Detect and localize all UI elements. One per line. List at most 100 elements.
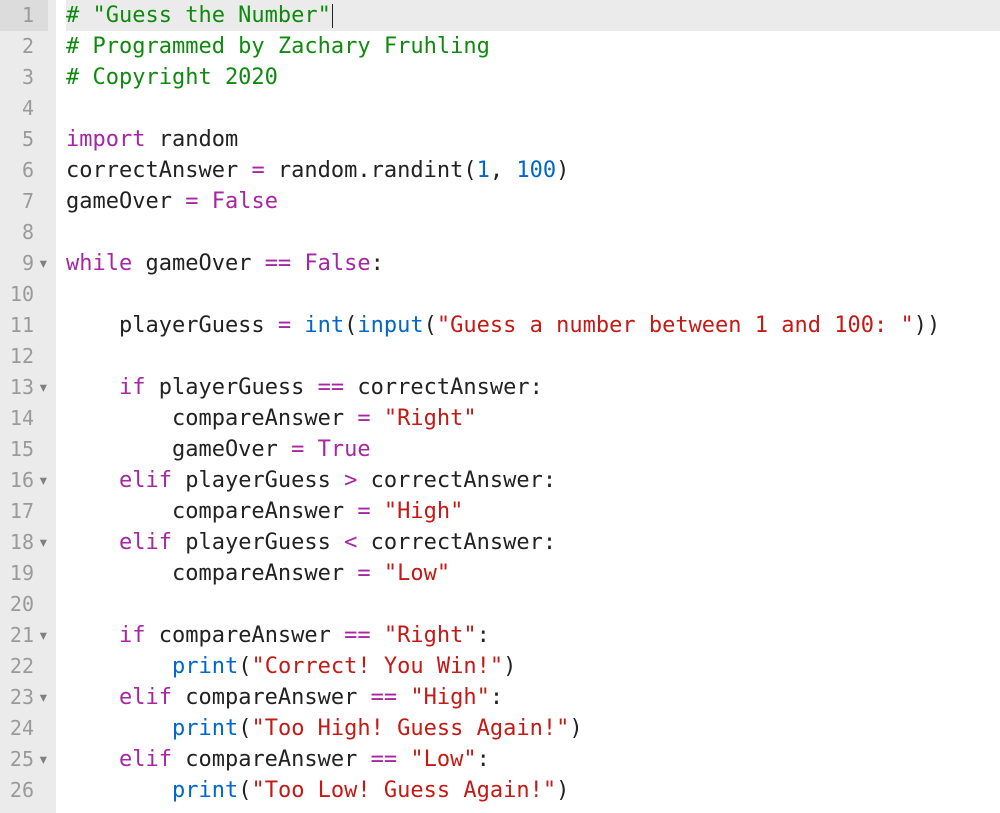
code-token: ( [238,651,251,682]
code-token: elif [119,465,172,496]
code-line[interactable]: correctAnswer = random.randint(1, 100) [66,155,1000,186]
code-token: compareAnswer [66,558,357,589]
fold-arrow-icon[interactable]: ▼ [40,527,47,558]
gutter-line[interactable]: 3 [0,62,48,93]
code-token: "Right" [384,620,477,651]
code-line[interactable]: print("Correct! You Win!") [66,651,1000,682]
gutter-line[interactable]: 18▼ [0,527,48,558]
gutter-line[interactable]: 21▼ [0,620,48,651]
line-number: 10 [10,279,48,310]
gutter-line[interactable]: 17 [0,496,48,527]
code-line[interactable]: while gameOver == False: [66,248,1000,279]
code-line[interactable]: print("Too High! Guess Again!") [66,713,1000,744]
code-token: == [371,682,398,713]
code-line[interactable]: # Copyright 2020 [66,62,1000,93]
fold-arrow-icon[interactable]: ▼ [40,682,47,713]
code-token: )) [914,310,941,341]
gutter-line[interactable]: 8 [0,217,48,248]
code-editor-area[interactable]: # "Guess the Number"# Programmed by Zach… [56,0,1000,813]
code-line[interactable]: gameOver = False [66,186,1000,217]
code-line[interactable]: if compareAnswer == "Right": [66,620,1000,651]
gutter-line[interactable]: 5 [0,124,48,155]
gutter-line[interactable]: 9▼ [0,248,48,279]
code-token: , [490,155,517,186]
code-line[interactable] [66,93,1000,124]
fold-arrow-icon[interactable]: ▼ [40,248,47,279]
gutter-line[interactable]: 10 [0,279,48,310]
code-token [198,186,211,217]
gutter-line[interactable]: 26 [0,775,48,806]
code-token: if [119,372,146,403]
gutter-line[interactable]: 24 [0,713,48,744]
code-token [397,682,410,713]
gutter-line[interactable]: 16▼ [0,465,48,496]
fold-arrow-icon[interactable]: ▼ [40,372,47,403]
code-token: "Low" [410,744,476,775]
fold-arrow-icon[interactable]: ▼ [40,465,47,496]
gutter-line[interactable]: 19 [0,558,48,589]
gutter-line[interactable]: 6 [0,155,48,186]
gutter-line[interactable]: 22 [0,651,48,682]
code-token: False [304,248,370,279]
line-number: 5 [22,124,48,155]
line-number: 1 [22,0,48,31]
code-line[interactable]: playerGuess = int(input("Guess a number … [66,310,1000,341]
code-line[interactable]: compareAnswer = "Right" [66,403,1000,434]
code-line[interactable]: # "Guess the Number" [66,0,1000,31]
gutter-line[interactable]: 25▼ [0,744,48,775]
code-token: # Programmed by Zachary Fruhling [66,31,490,62]
code-token: "High" [410,682,489,713]
code-line[interactable]: elif compareAnswer == "High": [66,682,1000,713]
code-line[interactable]: # Programmed by Zachary Fruhling [66,31,1000,62]
gutter-line[interactable]: 13▼ [0,372,48,403]
code-line[interactable] [66,279,1000,310]
code-token: ) [556,775,569,806]
code-line[interactable] [66,217,1000,248]
gutter-line[interactable]: 20 [0,589,48,620]
code-line[interactable] [66,341,1000,372]
code-line[interactable]: if playerGuess == correctAnswer: [66,372,1000,403]
line-number: 26 [10,775,48,806]
code-line[interactable]: elif playerGuess < correctAnswer: [66,527,1000,558]
code-token: = [357,558,370,589]
fold-arrow-icon[interactable]: ▼ [40,744,47,775]
code-line[interactable]: compareAnswer = "Low" [66,558,1000,589]
line-number: 3 [22,62,48,93]
code-token: "High" [384,496,463,527]
code-token: : [490,682,503,713]
gutter-line[interactable]: 12 [0,341,48,372]
code-line[interactable]: elif compareAnswer == "Low": [66,744,1000,775]
code-token [371,496,384,527]
fold-arrow-icon[interactable]: ▼ [40,620,47,651]
code-token: # "Guess the Number" [66,0,331,31]
line-number-gutter: 123456789▼10111213▼141516▼1718▼192021▼22… [0,0,56,813]
gutter-line[interactable]: 11 [0,310,48,341]
gutter-line[interactable]: 2 [0,31,48,62]
code-line[interactable]: print("Too Low! Guess Again!") [66,775,1000,806]
code-token: == [265,248,292,279]
code-token [66,775,172,806]
gutter-line[interactable]: 1 [0,0,48,31]
code-token: print [172,775,238,806]
gutter-line[interactable]: 15 [0,434,48,465]
code-token [66,527,119,558]
code-token [66,744,119,775]
code-line[interactable]: gameOver = True [66,434,1000,465]
code-line[interactable]: import random [66,124,1000,155]
code-token: == [318,372,345,403]
code-token: "Right" [384,403,477,434]
line-number: 22 [10,651,48,682]
code-line[interactable]: compareAnswer = "High" [66,496,1000,527]
code-token: compareAnswer [172,744,371,775]
gutter-line[interactable]: 7 [0,186,48,217]
code-token: ( [238,713,251,744]
gutter-line[interactable]: 23▼ [0,682,48,713]
gutter-line[interactable]: 4 [0,93,48,124]
code-token: = [251,155,264,186]
code-token [371,403,384,434]
code-line[interactable] [66,589,1000,620]
code-token: 100 [516,155,556,186]
line-number: 11 [10,310,48,341]
code-line[interactable]: elif playerGuess > correctAnswer: [66,465,1000,496]
gutter-line[interactable]: 14 [0,403,48,434]
